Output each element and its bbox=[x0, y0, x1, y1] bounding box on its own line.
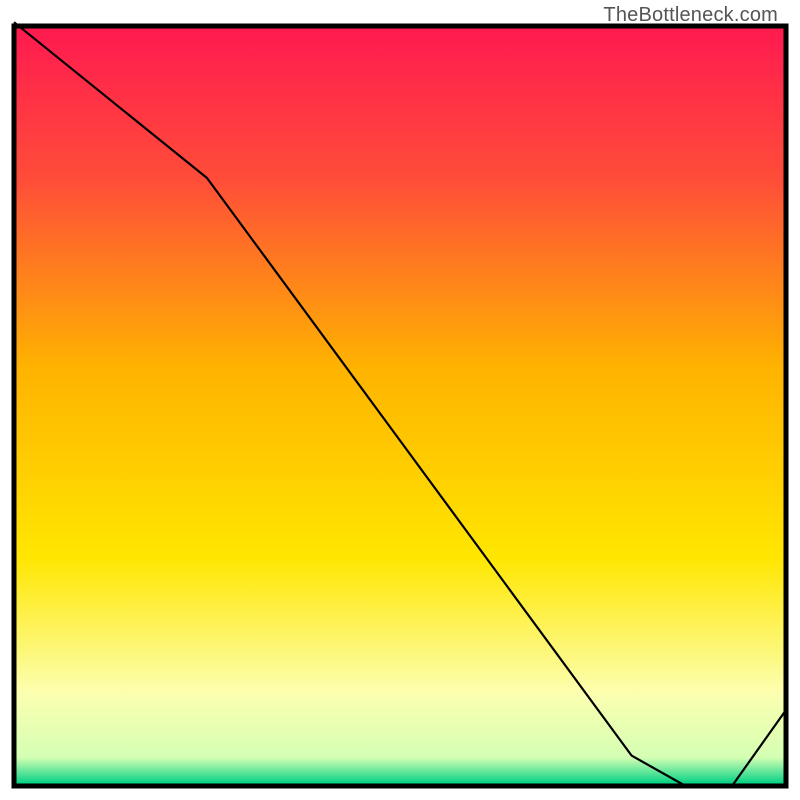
chart-stage: TheBottleneck.com bbox=[0, 0, 800, 800]
bottleneck-chart bbox=[0, 0, 800, 800]
watermark: TheBottleneck.com bbox=[603, 4, 778, 27]
chart-background bbox=[16, 28, 784, 784]
